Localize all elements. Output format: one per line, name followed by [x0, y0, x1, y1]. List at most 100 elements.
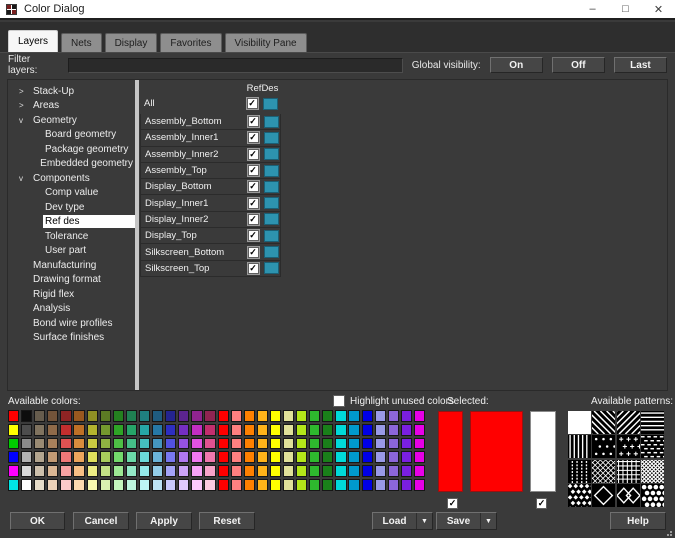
palette-color[interactable] — [362, 479, 373, 491]
palette-color[interactable] — [375, 424, 386, 436]
layer-visibility-checkbox[interactable]: ✓ — [248, 263, 259, 274]
chevron-right-icon[interactable]: > — [19, 87, 31, 96]
tree-item-stack-up[interactable]: >Stack-Up — [9, 84, 135, 99]
tree-item-ref-des[interactable]: Ref des — [9, 215, 135, 230]
palette-color[interactable] — [401, 438, 412, 450]
pattern-plus-signs[interactable] — [617, 435, 640, 458]
palette-color[interactable] — [244, 424, 255, 436]
palette-color[interactable] — [60, 424, 71, 436]
palette-color[interactable] — [73, 410, 84, 422]
palette-color[interactable] — [309, 438, 320, 450]
palette-color[interactable] — [257, 424, 268, 436]
palette-color[interactable] — [21, 451, 32, 463]
palette-color[interactable] — [178, 451, 189, 463]
palette-color[interactable] — [322, 424, 333, 436]
reset-button[interactable]: Reset — [199, 512, 255, 530]
palette-color[interactable] — [178, 479, 189, 491]
layer-visibility-checkbox[interactable]: ✓ — [248, 214, 259, 225]
palette-color[interactable] — [8, 410, 19, 422]
palette-color[interactable] — [375, 438, 386, 450]
palette-color[interactable] — [139, 451, 150, 463]
palette-color[interactable] — [60, 410, 71, 422]
palette-color[interactable] — [244, 438, 255, 450]
palette-color[interactable] — [126, 438, 137, 450]
palette-color[interactable] — [47, 438, 58, 450]
tree-item-board-geometry[interactable]: Board geometry — [9, 128, 135, 143]
tree-item-user-part[interactable]: User part — [9, 244, 135, 259]
palette-color[interactable] — [348, 410, 359, 422]
palette-color[interactable] — [8, 438, 19, 450]
palette-color[interactable] — [335, 438, 346, 450]
palette-color[interactable] — [218, 465, 229, 477]
palette-color[interactable] — [414, 410, 425, 422]
global-visibility-on-button[interactable]: On — [490, 57, 543, 73]
palette-color[interactable] — [335, 410, 346, 422]
palette-color[interactable] — [165, 465, 176, 477]
tree-item-rigid-flex[interactable]: Rigid flex — [9, 287, 135, 302]
palette-color[interactable] — [47, 410, 58, 422]
palette-color[interactable] — [113, 451, 124, 463]
pattern-polka-dots[interactable] — [641, 484, 664, 507]
palette-color[interactable] — [322, 465, 333, 477]
tree-item-dev-type[interactable]: Dev type — [9, 200, 135, 215]
palette-color[interactable] — [204, 438, 215, 450]
palette-color[interactable] — [113, 465, 124, 477]
palette-color[interactable] — [165, 479, 176, 491]
palette-color[interactable] — [126, 451, 137, 463]
palette-color[interactable] — [231, 479, 242, 491]
selected-stipple-checkbox[interactable]: ✓ — [447, 498, 458, 509]
palette-color[interactable] — [47, 465, 58, 477]
palette-color[interactable] — [362, 451, 373, 463]
palette-color[interactable] — [257, 465, 268, 477]
global-visibility-off-button[interactable]: Off — [552, 57, 605, 73]
palette-color[interactable] — [218, 479, 229, 491]
palette-color[interactable] — [113, 438, 124, 450]
palette-color[interactable] — [401, 465, 412, 477]
save-button[interactable]: Save ▼ — [436, 512, 497, 530]
palette-color[interactable] — [362, 410, 373, 422]
palette-color[interactable] — [191, 479, 202, 491]
palette-color[interactable] — [191, 451, 202, 463]
palette-color[interactable] — [296, 424, 307, 436]
palette-color[interactable] — [204, 451, 215, 463]
layer-color-swatch[interactable] — [264, 230, 279, 242]
palette-color[interactable] — [191, 438, 202, 450]
palette-color[interactable] — [218, 410, 229, 422]
palette-color[interactable] — [47, 451, 58, 463]
chevron-right-icon[interactable]: > — [19, 101, 31, 110]
palette-color[interactable] — [296, 438, 307, 450]
resize-grip[interactable] — [664, 528, 672, 536]
chevron-down-icon[interactable]: v — [19, 116, 31, 125]
palette-color[interactable] — [218, 424, 229, 436]
palette-color[interactable] — [34, 451, 45, 463]
pattern-fine-crosshatch[interactable] — [592, 460, 615, 483]
layer-color-swatch[interactable] — [264, 246, 279, 258]
palette-color[interactable] — [21, 465, 32, 477]
palette-color[interactable] — [231, 438, 242, 450]
palette-color[interactable] — [100, 410, 111, 422]
palette-color[interactable] — [388, 438, 399, 450]
layer-color-swatch[interactable] — [264, 148, 279, 160]
pattern-horizontal-lines[interactable] — [641, 411, 664, 434]
palette-color[interactable] — [414, 438, 425, 450]
palette-color[interactable] — [178, 424, 189, 436]
palette-color[interactable] — [165, 451, 176, 463]
palette-color[interactable] — [34, 479, 45, 491]
tree-item-bond-wire-profiles[interactable]: Bond wire profiles — [9, 316, 135, 331]
tree-item-geometry[interactable]: vGeometry — [9, 113, 135, 128]
chevron-down-icon[interactable]: v — [19, 174, 31, 183]
layer-visibility-checkbox[interactable]: ✓ — [248, 181, 259, 192]
tab-nets[interactable]: Nets — [61, 33, 102, 52]
tab-favorites[interactable]: Favorites — [160, 33, 221, 52]
palette-color[interactable] — [283, 479, 294, 491]
palette-color[interactable] — [87, 451, 98, 463]
palette-color[interactable] — [375, 451, 386, 463]
palette-color[interactable] — [388, 410, 399, 422]
tab-layers[interactable]: Layers — [8, 30, 58, 52]
palette-color[interactable] — [270, 424, 281, 436]
palette-color[interactable] — [401, 424, 412, 436]
palette-color[interactable] — [309, 479, 320, 491]
palette-color[interactable] — [126, 424, 137, 436]
layer-visibility-checkbox[interactable]: ✓ — [248, 149, 259, 160]
palette-color[interactable] — [34, 465, 45, 477]
